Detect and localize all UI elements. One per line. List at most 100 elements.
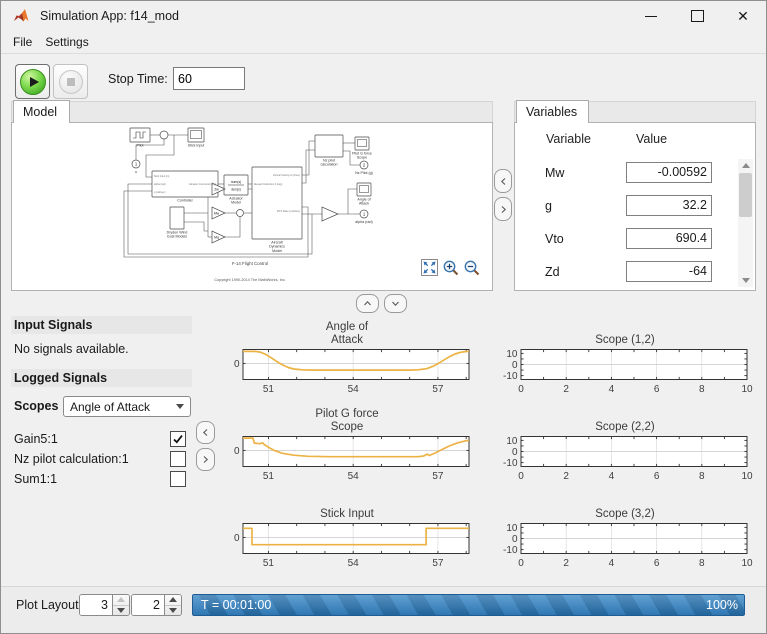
zoom-in-button[interactable] (442, 259, 460, 277)
svg-text:Controller: Controller (177, 199, 193, 203)
svg-text:Stick Input (in): Stick Input (in) (154, 175, 169, 178)
svg-text:2: 2 (563, 384, 569, 395)
plot-title: Angle of Attack (326, 317, 368, 347)
plot-rows-spinner[interactable]: 3 (79, 594, 130, 616)
svg-text:2: 2 (563, 471, 569, 482)
spinner-up-button[interactable] (113, 595, 129, 606)
svg-text:Zw: Zw (214, 187, 219, 191)
stop-time-input[interactable] (173, 67, 245, 90)
variables-scrollbar[interactable] (738, 159, 753, 287)
plot-pilot-g-force-scope: Pilot G force Scope5154570 (213, 404, 481, 488)
spinner-down-button[interactable] (165, 606, 181, 616)
progress-fill: T = 00:01:00 100% (192, 594, 745, 616)
close-icon: ✕ (737, 9, 749, 23)
triangle-up-icon (169, 597, 177, 602)
triangle-down-icon (742, 278, 750, 283)
variable-value-input[interactable]: 32.2 (626, 195, 712, 216)
plot-rows-value: 3 (80, 595, 112, 615)
svg-text:4: 4 (609, 384, 615, 395)
svg-text:0: 0 (234, 359, 240, 370)
triangle-down-icon (117, 608, 125, 613)
scroll-up-button[interactable] (738, 159, 753, 172)
menu-file[interactable]: File (11, 34, 34, 50)
window-title: Simulation App: f14_mod (40, 9, 179, 23)
maximize-button[interactable] (674, 1, 720, 31)
variable-value-input[interactable]: -64 (626, 261, 712, 282)
collapse-left-button[interactable] (494, 169, 512, 193)
triangle-down-icon (169, 608, 177, 613)
scopes-dropdown[interactable]: Angle of Attack (63, 396, 191, 417)
signal-checkbox[interactable] (170, 471, 186, 487)
scopes-dropdown-value: Angle of Attack (70, 400, 150, 414)
svg-text:Angle ofAttack: Angle ofAttack (357, 198, 370, 206)
svg-text:Pitch Rate q (rad/sec): Pitch Rate q (rad/sec) (277, 210, 300, 213)
svg-text:6: 6 (654, 384, 660, 395)
variable-name: Zd (545, 265, 560, 279)
logged-signal-row: Sum1:1 (14, 469, 186, 489)
plot-title: Scope (1,2) (595, 317, 654, 347)
svg-text:-10: -10 (503, 371, 518, 382)
signals-expand-right-button[interactable] (196, 448, 215, 471)
play-icon (20, 69, 46, 95)
variable-value-input[interactable]: 690.4 (626, 228, 712, 249)
spinner-down-button[interactable] (113, 606, 129, 616)
minimize-icon (645, 16, 657, 17)
svg-text:6: 6 (654, 471, 660, 482)
plot-axes: 5154570 (219, 522, 475, 574)
collapse-up-button[interactable] (356, 294, 379, 313)
svg-text:10: 10 (741, 384, 753, 395)
run-button[interactable] (15, 64, 50, 99)
spinner-arrows (112, 595, 129, 615)
zoom-out-button[interactable] (463, 259, 481, 277)
collapse-down-button[interactable] (384, 294, 407, 313)
signal-checkbox[interactable] (170, 451, 186, 467)
variable-value-input[interactable]: -0.00592 (626, 162, 712, 183)
svg-text:alpha (rad): alpha (rad) (355, 220, 372, 224)
plot-layout-label: Plot Layout (16, 598, 79, 612)
svg-text:F-14 Flight Control: F-14 Flight Control (232, 261, 268, 266)
svg-text:54: 54 (348, 558, 360, 569)
close-button[interactable]: ✕ (720, 1, 766, 31)
svg-text:Stick Input: Stick Input (188, 144, 205, 148)
menu-settings[interactable]: Settings (43, 34, 90, 50)
plot-title: Scope (3,2) (595, 491, 654, 521)
svg-text:4: 4 (609, 471, 615, 482)
plot-title: Stick Input (320, 491, 374, 521)
plot-angle-of-attack: Angle of Attack5154570 (213, 317, 481, 401)
signal-checkbox[interactable] (170, 431, 186, 447)
plot-axes: 5154570 (219, 435, 475, 487)
scroll-down-button[interactable] (738, 274, 753, 287)
triangle-up-icon (742, 163, 750, 168)
model-diagram: PilotStick Input1uControllernum(s)den(s)… (12, 123, 492, 290)
svg-text:ActuatorModel: ActuatorModel (229, 197, 243, 205)
plot-cols-spinner[interactable]: 2 (131, 594, 182, 616)
fit-to-view-button[interactable] (421, 259, 438, 276)
svg-text:Elevator Deflection d (deg): Elevator Deflection d (deg) (254, 183, 283, 186)
signal-label: Sum1:1 (14, 472, 57, 486)
chevron-left-icon (202, 428, 209, 437)
signal-label: Gain5:1 (14, 432, 58, 446)
svg-text:0: 0 (234, 533, 240, 544)
svg-text:0: 0 (234, 446, 240, 457)
dropdown-caret-icon (176, 404, 184, 409)
signals-collapse-left-button[interactable] (196, 421, 215, 444)
column-header-variable: Variable (546, 132, 591, 146)
svg-text:AircraftDynamicsModel: AircraftDynamicsModel (269, 241, 285, 253)
input-signals-header: Input Signals (11, 316, 192, 334)
window-controls: ✕ (628, 1, 766, 31)
spinner-up-button[interactable] (165, 595, 181, 606)
minimize-button[interactable] (628, 1, 674, 31)
plot-stick-input: Stick Input5154570 (213, 491, 481, 575)
svg-text:10: 10 (506, 523, 518, 534)
variables-rows: Mw-0.00592g32.2Vto690.4Zd-64 (515, 156, 737, 288)
svg-text:0: 0 (518, 384, 524, 395)
tab-variables[interactable]: Variables (516, 100, 589, 123)
chevron-down-icon (391, 300, 400, 307)
expand-right-button[interactable] (494, 197, 512, 221)
svg-text:0: 0 (518, 558, 524, 569)
svg-text:57: 57 (432, 384, 444, 395)
scrollbar-thumb[interactable] (739, 173, 752, 217)
menubar: File Settings (1, 31, 766, 54)
tab-model[interactable]: Model (13, 100, 70, 123)
stop-button[interactable] (53, 64, 88, 99)
